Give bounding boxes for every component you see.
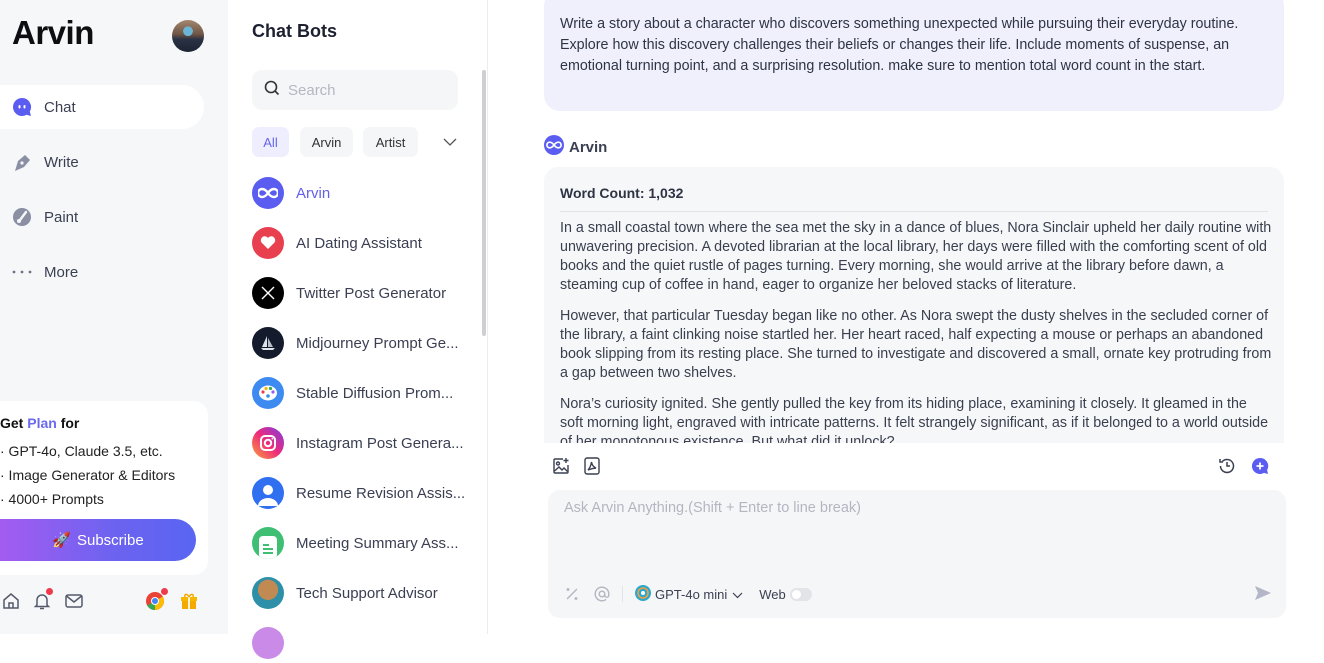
history-icon[interactable] [1216,455,1238,477]
divider [622,586,623,602]
heart-icon [252,227,284,259]
brand-logo: Arvin [12,14,94,51]
bot-avatar-icon [252,627,284,659]
instagram-icon [252,427,284,459]
new-chat-icon[interactable] [1249,455,1271,477]
composer-options: GPT-4o mini Web [564,584,812,604]
panel-title: Chat Bots [252,21,337,41]
promo-title: Get Plan for [0,415,80,431]
promo-feature: · 4000+ Prompts [0,491,104,507]
web-search-option: Web [759,587,812,602]
arvin-logo-icon [252,177,284,209]
palette-icon [252,377,284,409]
chat-bots-panel: Chat Bots All Arvin Artist Arvin AI Dati… [228,0,499,659]
home-icon[interactable] [0,590,22,612]
more-dots-icon [12,262,32,282]
message-input[interactable] [564,500,1254,570]
story-paragraph: However, that particular Tuesday began l… [560,308,1272,381]
user-avatar[interactable] [172,20,204,52]
capybara-avatar-icon [252,577,284,609]
x-logo-icon [252,277,284,309]
left-nav: Arvin Chat Write Paint More Get Plan for… [0,0,228,634]
chevron-down-icon[interactable] [442,134,458,152]
bot-item-midjourney-prompt[interactable]: Midjourney Prompt Ge... [252,323,472,363]
nav-item-write[interactable]: Write [0,140,204,184]
nav-item-chat[interactable]: Chat [0,85,204,129]
model-selector[interactable]: GPT-4o mini [635,584,743,604]
chevron-down-icon [732,587,743,602]
bot-item-stable-diffusion-prompt[interactable]: Stable Diffusion Prom... [252,373,472,413]
promo-feature: · Image Generator & Editors [0,467,176,483]
bot-item-resume-revision-assistant[interactable]: Resume Revision Assis... [252,473,472,513]
document-icon [252,527,284,559]
bot-item-twitter-post-generator[interactable]: Twitter Post Generator [252,273,472,313]
model-name: GPT-4o mini [655,586,728,602]
bottom-toolbar [0,588,228,614]
story-paragraph: In a small coastal town where the sea me… [560,220,1272,293]
bots-scrollbar[interactable] [482,70,486,336]
nav-label-paint: Paint [44,208,79,226]
gift-icon[interactable] [178,590,200,612]
subscribe-button[interactable]: 🚀 Subscribe [0,519,196,561]
bot-name: Arvin [569,139,608,156]
bot-message: Word Count: 1,032 In a small coastal tow… [544,167,1284,457]
composer-toolbar [544,455,1284,479]
chrome-icon[interactable] [144,588,168,612]
bot-item-tech-support-advisor[interactable]: Tech Support Advisor [252,573,472,613]
rocket-icon: 🚀 [52,532,71,549]
pdf-icon[interactable] [581,455,603,477]
message-composer: GPT-4o mini Web [548,490,1286,618]
magic-wand-icon[interactable] [564,586,580,602]
bot-item-instagram-post-generator[interactable]: Instagram Post Genera... [252,423,472,463]
nav-label-write: Write [44,153,79,171]
add-image-icon[interactable] [550,455,572,477]
arvin-logo-icon [544,135,564,160]
search-box[interactable] [252,70,458,110]
person-icon [252,477,284,509]
web-label: Web [759,586,786,602]
pen-nib-icon [12,152,32,172]
nav-item-more[interactable]: More [0,250,204,294]
web-toggle[interactable] [789,587,812,601]
nav-label-chat: Chat [44,98,76,116]
mail-icon[interactable] [63,590,85,612]
notification-dot [46,588,53,595]
word-count: Word Count: 1,032 [560,185,1268,212]
send-icon[interactable] [1254,585,1272,606]
filter-chip-artist[interactable]: Artist [363,127,418,157]
filter-chip-arvin[interactable]: Arvin [300,127,353,157]
user-message: Write a story about a character who disc… [544,0,1284,111]
chat-bubble-icon [12,97,32,117]
bot-item-partial[interactable] [252,623,472,663]
chat-area: Write a story about a character who disc… [489,0,1324,634]
search-input[interactable] [288,81,448,99]
sailboat-icon [252,327,284,359]
openai-logo-icon [635,584,651,604]
upgrade-promo-card: Get Plan for · GPT-4o, Claude 3.5, etc. … [0,401,208,575]
bot-item-ai-dating-assistant[interactable]: AI Dating Assistant [252,223,472,263]
paint-palette-icon [12,207,32,227]
nav-label-more: More [44,263,79,281]
bot-item-arvin[interactable]: Arvin [252,173,472,213]
bot-item-meeting-summary-assistant[interactable]: Meeting Summary Ass... [252,523,472,563]
filter-chip-all[interactable]: All [252,127,289,157]
bot-message-header: Arvin [544,135,607,160]
search-icon [264,80,280,101]
bell-icon[interactable] [31,588,53,612]
subscribe-label: Subscribe [76,531,144,549]
promo-feature: · GPT-4o, Claude 3.5, etc. [0,443,163,459]
notification-dot [161,588,168,595]
mention-icon[interactable] [594,586,610,602]
nav-item-paint[interactable]: Paint [0,195,204,239]
